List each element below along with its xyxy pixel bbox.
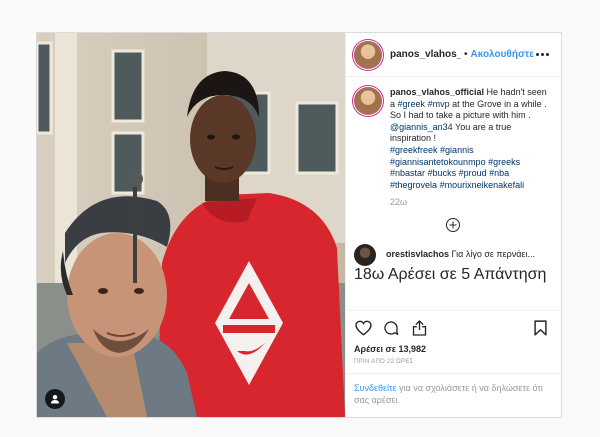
post-sidebar: panos_vlahos_offici • Ακολουθήστε panos_… xyxy=(345,33,561,417)
comment-meta: 18ω Αρέσει σε 5 Απάντηση xyxy=(354,266,551,284)
comment-bubble-icon xyxy=(384,320,399,335)
comments-section: panos_vlahos_official He hadn't seen a #… xyxy=(346,77,561,310)
action-bar xyxy=(346,310,561,344)
avatar[interactable] xyxy=(354,40,382,69)
plus-circle-icon xyxy=(445,217,460,232)
comment-likes-link[interactable]: Αρέσει σε 5 xyxy=(388,266,470,283)
comment-body: orestisvlachos Για λίγο σε περνάει... xyxy=(386,244,535,260)
hashtag-link[interactable]: #thegrovela xyxy=(390,180,437,190)
hashtag-link[interactable]: #greek xyxy=(398,99,426,109)
like-button[interactable] xyxy=(352,317,374,339)
heart-icon xyxy=(354,320,372,336)
hashtag-link[interactable]: #nbastar xyxy=(390,168,425,178)
save-button[interactable] xyxy=(529,317,551,339)
caption-username[interactable]: panos_vlahos_official xyxy=(390,87,484,97)
hashtag-link[interactable]: #mvp xyxy=(428,99,450,109)
share-button[interactable] xyxy=(408,317,430,339)
hashtag-link[interactable]: #proud xyxy=(459,168,487,178)
more-options-icon[interactable] xyxy=(534,49,551,60)
username-link[interactable]: panos_vlahos_offici xyxy=(390,49,461,60)
post-photo[interactable] xyxy=(37,33,345,417)
comment-avatar[interactable] xyxy=(354,243,376,266)
load-more-comments-button[interactable] xyxy=(354,217,551,232)
hashtag-link[interactable]: #bucks xyxy=(428,168,457,178)
caption-body: panos_vlahos_official He hadn't seen a #… xyxy=(390,87,551,209)
hashtag-link[interactable]: #giannis xyxy=(440,145,474,155)
comment-text: Για λίγο σε περνάει... xyxy=(451,248,535,259)
caption-timestamp[interactable]: 22ω xyxy=(390,197,551,209)
post-card: panos_vlahos_offici • Ακολουθήστε panos_… xyxy=(36,32,562,418)
comment: orestisvlachos Για λίγο σε περνάει... 18… xyxy=(354,243,551,284)
reply-button[interactable]: Απάντηση xyxy=(474,266,547,283)
tagged-users-button[interactable] xyxy=(45,389,65,409)
hashtag-link[interactable]: #greeks xyxy=(488,157,520,167)
bookmark-icon xyxy=(533,319,547,336)
comment-username[interactable]: orestisvlachos xyxy=(386,249,449,259)
separator-dot: • xyxy=(463,49,468,60)
comment-timestamp[interactable]: 18ω xyxy=(354,266,384,283)
photo-illustration xyxy=(37,33,345,417)
caption: panos_vlahos_official He hadn't seen a #… xyxy=(354,87,551,209)
hashtag-link[interactable]: #greekfreek xyxy=(390,145,438,155)
hashtag-link[interactable]: #giannisantetokounmpo xyxy=(390,157,486,167)
comment-button[interactable] xyxy=(380,317,402,339)
likes-count[interactable]: Αρέσει σε 13,982 xyxy=(346,344,561,357)
caption-avatar[interactable] xyxy=(354,87,382,115)
share-icon xyxy=(412,319,426,336)
post-header: panos_vlahos_offici • Ακολουθήστε xyxy=(346,33,561,77)
hashtag-link[interactable]: #nba xyxy=(489,168,509,178)
user-icon xyxy=(51,395,59,404)
post-date[interactable]: ΠΡΙΝ ΑΠΌ 22 ΏΡΕΣ xyxy=(346,357,561,373)
mention-link[interactable]: @giannis_an34 xyxy=(390,122,453,132)
hashtag-link[interactable]: #mourixneikenakefali xyxy=(440,180,525,190)
login-link[interactable]: Συνδεθείτε xyxy=(354,383,397,393)
follow-button[interactable]: Ακολουθήστε xyxy=(470,49,534,60)
login-to-comment: Συνδεθείτε για να σχολιάσετε ή να δηλώσε… xyxy=(346,373,561,417)
